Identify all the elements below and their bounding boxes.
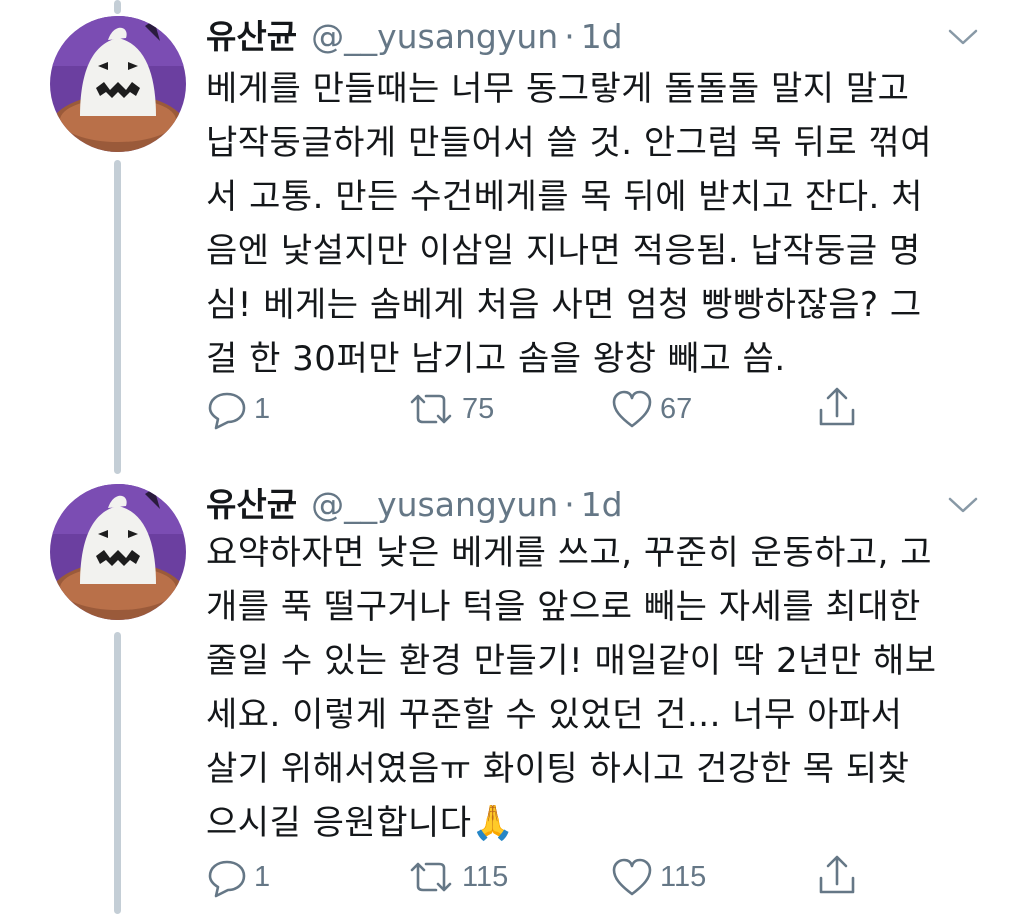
separator: · [564,17,575,56]
username[interactable]: @__yusangyun [311,17,558,56]
like-count: 67 [660,392,693,425]
retweet-icon [406,856,456,898]
username[interactable]: @__yusangyun [311,485,558,524]
share-icon [816,384,858,430]
retweet-icon [406,388,456,430]
tweet-header: 유산균 @__yusangyun · 1d [206,478,623,524]
thread-line-bottom [114,632,121,914]
retweet-count: 75 [462,392,495,425]
reply-count: 1 [254,392,271,425]
avatar[interactable] [50,16,186,152]
like-count: 115 [660,860,707,893]
thread-line-top [114,0,121,14]
reply-icon [206,388,248,430]
like-button[interactable]: 67 [610,388,692,430]
tweet-header: 유산균 @__yusangyun · 1d [206,10,623,56]
thread-line-middle [114,160,121,474]
retweet-count: 115 [462,860,509,893]
reply-icon [206,856,248,898]
avatar[interactable] [50,484,186,620]
share-button[interactable] [816,852,858,898]
like-icon [610,388,654,430]
tweet-actions: 1 75 67 [206,384,866,434]
display-name[interactable]: 유산균 [206,10,297,58]
retweet-button[interactable]: 75 [406,388,494,430]
like-icon [610,856,654,898]
tweet-text: 베게를 만들때는 너무 동그랗게 돌돌돌 말지 말고 납작둥글하게 만들어서 쓸… [206,69,933,379]
separator: · [564,485,575,524]
chevron-down-icon[interactable] [946,26,980,48]
chevron-down-icon[interactable] [946,494,980,516]
like-button[interactable]: 115 [610,856,706,898]
reply-button[interactable]: 1 [206,388,270,430]
display-name[interactable]: 유산균 [206,478,297,526]
share-button[interactable] [816,384,858,430]
reply-count: 1 [254,860,271,893]
tweet-actions: 1 115 115 [206,854,866,904]
timestamp[interactable]: 1d [581,485,623,524]
share-icon [816,852,858,898]
retweet-button[interactable]: 115 [406,856,508,898]
tweet-text: 요약하자면 낮은 베게를 쓰고, 꾸준히 운동하고, 고 개를 푹 떨구거나 턱… [206,533,937,843]
timestamp[interactable]: 1d [581,17,623,56]
reply-button[interactable]: 1 [206,856,270,898]
